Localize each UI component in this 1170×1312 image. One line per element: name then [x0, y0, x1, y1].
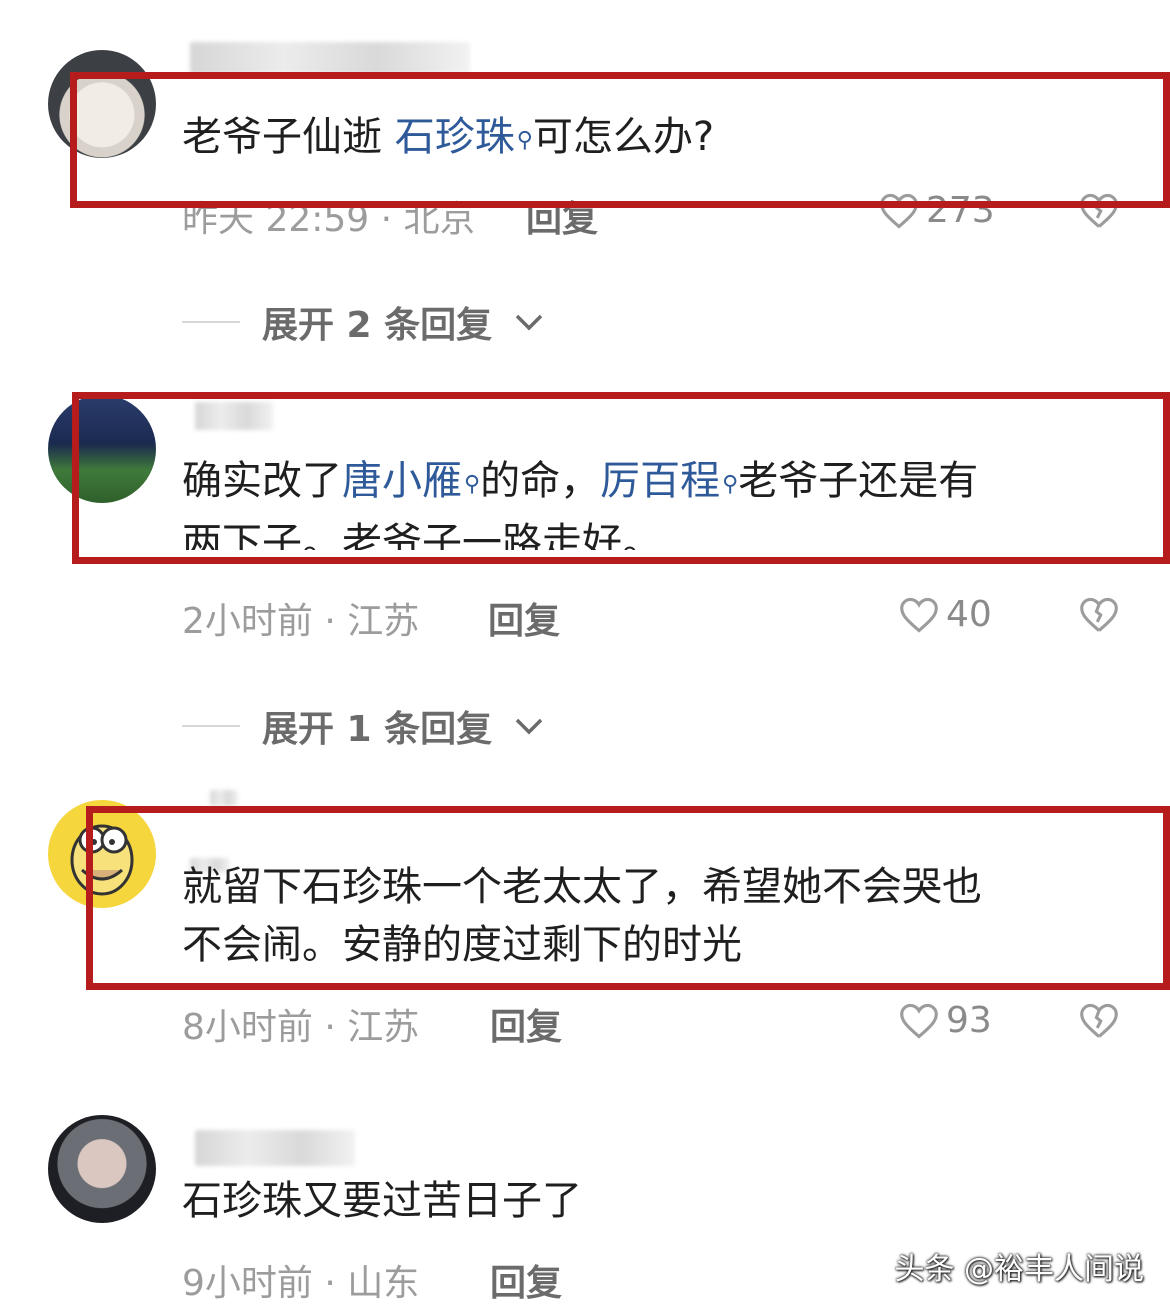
- reply-button[interactable]: 回复: [488, 592, 560, 644]
- reply-button[interactable]: 回复: [490, 1254, 562, 1306]
- comment-meta: 2小时前 · 江苏: [182, 601, 420, 642]
- comment-meta: 8小时前 · 江苏: [182, 1007, 420, 1048]
- watermark: 头条 @裕丰人间说: [894, 1252, 1144, 1287]
- broken-heart-icon[interactable]: [1078, 596, 1120, 634]
- reply-button[interactable]: 回复: [490, 998, 562, 1050]
- avatar[interactable]: [48, 1115, 156, 1223]
- chevron-down-icon: [515, 314, 543, 331]
- like-count: 40: [946, 594, 992, 635]
- divider: [182, 321, 240, 323]
- divider: [182, 725, 240, 727]
- comment-meta: 9小时前 · 山东: [182, 1263, 420, 1304]
- expand-label: 展开 2 条回复: [262, 305, 493, 346]
- like-button[interactable]: 40: [898, 594, 992, 635]
- heart-outline-icon: [900, 1003, 938, 1039]
- comment-text: 石珍珠又要过苦日子了: [182, 1178, 582, 1224]
- expand-label: 展开 1 条回复: [262, 709, 493, 750]
- username-blurred[interactable]: [190, 42, 470, 74]
- chevron-down-icon: [515, 718, 543, 735]
- username-blurred[interactable]: [210, 790, 238, 806]
- expand-replies-button[interactable]: 展开 2 条回复: [182, 296, 544, 348]
- heart-outline-icon: [900, 597, 938, 633]
- broken-heart-icon[interactable]: [1078, 1002, 1120, 1040]
- expand-replies-button[interactable]: 展开 1 条回复: [182, 700, 544, 752]
- like-button[interactable]: 93: [898, 1000, 992, 1041]
- like-count: 93: [946, 1000, 992, 1041]
- username-blurred[interactable]: [195, 1130, 355, 1166]
- highlight-box: [72, 392, 1170, 564]
- highlight-box: [86, 806, 1170, 990]
- highlight-box: [70, 72, 1170, 208]
